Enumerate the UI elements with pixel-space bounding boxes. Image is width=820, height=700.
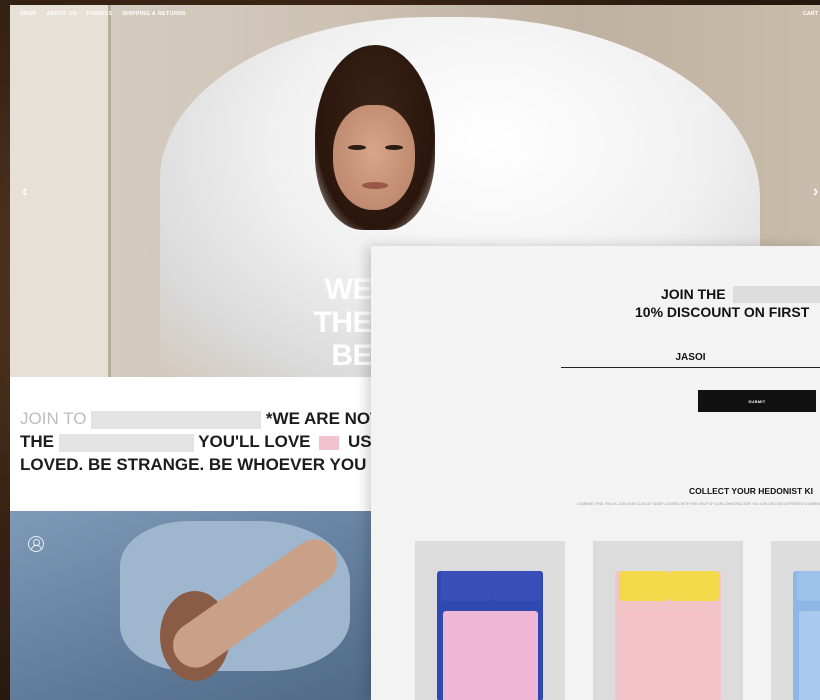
product-duvet (443, 611, 538, 700)
popup-title-line1: JOIN THE (661, 286, 726, 302)
product-card-blue-pink[interactable] (415, 541, 565, 700)
submit-button[interactable]: SUBMIT (698, 390, 816, 412)
product-pillow-right (669, 571, 719, 601)
pillow-emoji-icon (319, 435, 340, 450)
redacted-brand (58, 433, 194, 452)
intro-line2-middle: YOU'LL LOVE (198, 432, 311, 451)
popup-title-line2: 10% DISCOUNT ON FIRST (635, 304, 810, 320)
name-field[interactable] (561, 344, 820, 368)
product-pillow-left (797, 571, 820, 601)
prev-slide-icon[interactable]: ‹ (22, 183, 27, 201)
user-icon[interactable] (28, 536, 44, 552)
nav-shipping-returns[interactable]: SHIPPING & RETURNS (122, 11, 186, 17)
product-duvet (621, 611, 716, 700)
hero-headline-line2: THE BE (313, 306, 373, 372)
hero-mouth (362, 182, 388, 189)
product-card-yellow-pink[interactable] (593, 541, 743, 700)
hero-headline: WE THE BE (272, 273, 373, 372)
product-card-lightblue[interactable] (771, 541, 820, 700)
nav-shop[interactable]: SHOP (20, 11, 36, 17)
product-pillow-right (491, 571, 541, 601)
hero-eye-left (348, 145, 366, 150)
intro-line1-suffix: *WE ARE NOT (265, 409, 381, 428)
intro-join-text: JOIN TO (20, 409, 87, 428)
next-slide-icon[interactable]: › (813, 183, 818, 201)
main-nav: SHOP ABOUT US FABRICS SHIPPING & RETURNS (20, 11, 186, 17)
newsletter-popup: JOIN THE 10% DISCOUNT ON FIRST SUBMIT CO… (371, 246, 820, 700)
hero-face-image (333, 105, 415, 210)
intro-line2-prefix: THE (20, 432, 54, 451)
product-pillow-left (619, 571, 669, 601)
nav-about-us[interactable]: ABOUT US (46, 11, 76, 17)
collect-subtitle: COMBINE, FINE, RELAX, JOIN OUR CLUB OF S… (577, 502, 820, 506)
hero-door-edge (108, 5, 111, 377)
redacted-brand (91, 410, 262, 429)
collect-title: COLLECT YOUR HEDONIST KI (689, 486, 814, 496)
cart-link[interactable]: CART (803, 11, 818, 17)
hero-headline-line1: WE (324, 273, 373, 306)
product-pillow-left (441, 571, 491, 601)
hero-eye-right (385, 145, 403, 150)
nav-fabrics[interactable]: FABRICS (87, 11, 113, 17)
product-duvet (799, 611, 820, 700)
redacted-brand (733, 286, 820, 303)
